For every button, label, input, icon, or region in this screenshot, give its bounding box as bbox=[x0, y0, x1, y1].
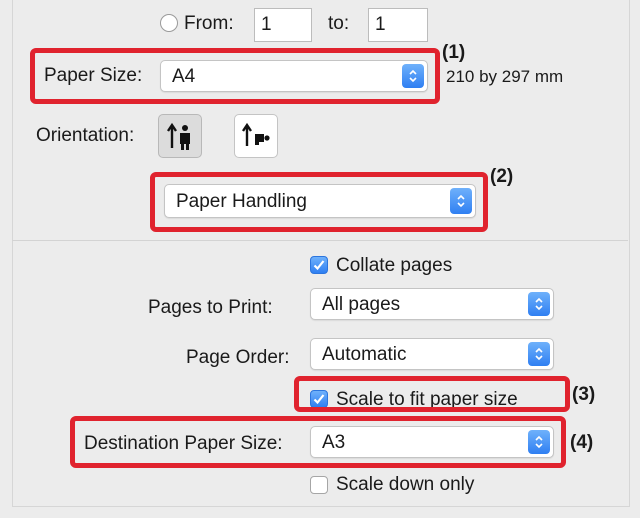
orientation-portrait-button[interactable] bbox=[158, 114, 202, 158]
page-range-radio[interactable] bbox=[160, 14, 178, 32]
highlight-box-3 bbox=[294, 376, 570, 412]
updown-chevron-icon bbox=[528, 292, 550, 316]
updown-chevron-icon bbox=[528, 342, 550, 366]
checkmark-icon bbox=[313, 260, 325, 271]
callout-4: (4) bbox=[570, 432, 594, 453]
highlight-box-2 bbox=[150, 172, 488, 232]
to-label: to: bbox=[328, 13, 350, 34]
pages-to-print-label: Pages to Print: bbox=[148, 297, 273, 318]
callout-1: (1) bbox=[442, 42, 466, 63]
from-page-input[interactable]: 1 bbox=[254, 8, 312, 42]
page-order-label: Page Order: bbox=[186, 347, 290, 368]
section-divider bbox=[12, 240, 628, 241]
portrait-orientation-icon bbox=[167, 122, 190, 150]
pages-to-print-popup[interactable]: All pages bbox=[310, 288, 554, 320]
orientation-landscape-button[interactable] bbox=[234, 114, 278, 158]
collate-pages-checkbox[interactable] bbox=[310, 256, 328, 274]
page-order-popup[interactable]: Automatic bbox=[310, 338, 554, 370]
from-label: From: bbox=[184, 13, 234, 34]
highlight-box-4 bbox=[70, 416, 566, 468]
callout-2: (2) bbox=[490, 166, 514, 187]
to-page-input[interactable]: 1 bbox=[368, 8, 428, 42]
scale-down-only-checkbox[interactable] bbox=[310, 476, 328, 494]
collate-pages-label: Collate pages bbox=[336, 255, 453, 276]
paper-dimensions: 210 by 297 mm bbox=[446, 67, 564, 86]
scale-down-only-label: Scale down only bbox=[336, 474, 475, 495]
landscape-orientation-icon bbox=[242, 122, 270, 146]
highlight-box-1 bbox=[30, 48, 440, 104]
orientation-label: Orientation: bbox=[36, 125, 135, 146]
callout-3: (3) bbox=[572, 384, 596, 405]
